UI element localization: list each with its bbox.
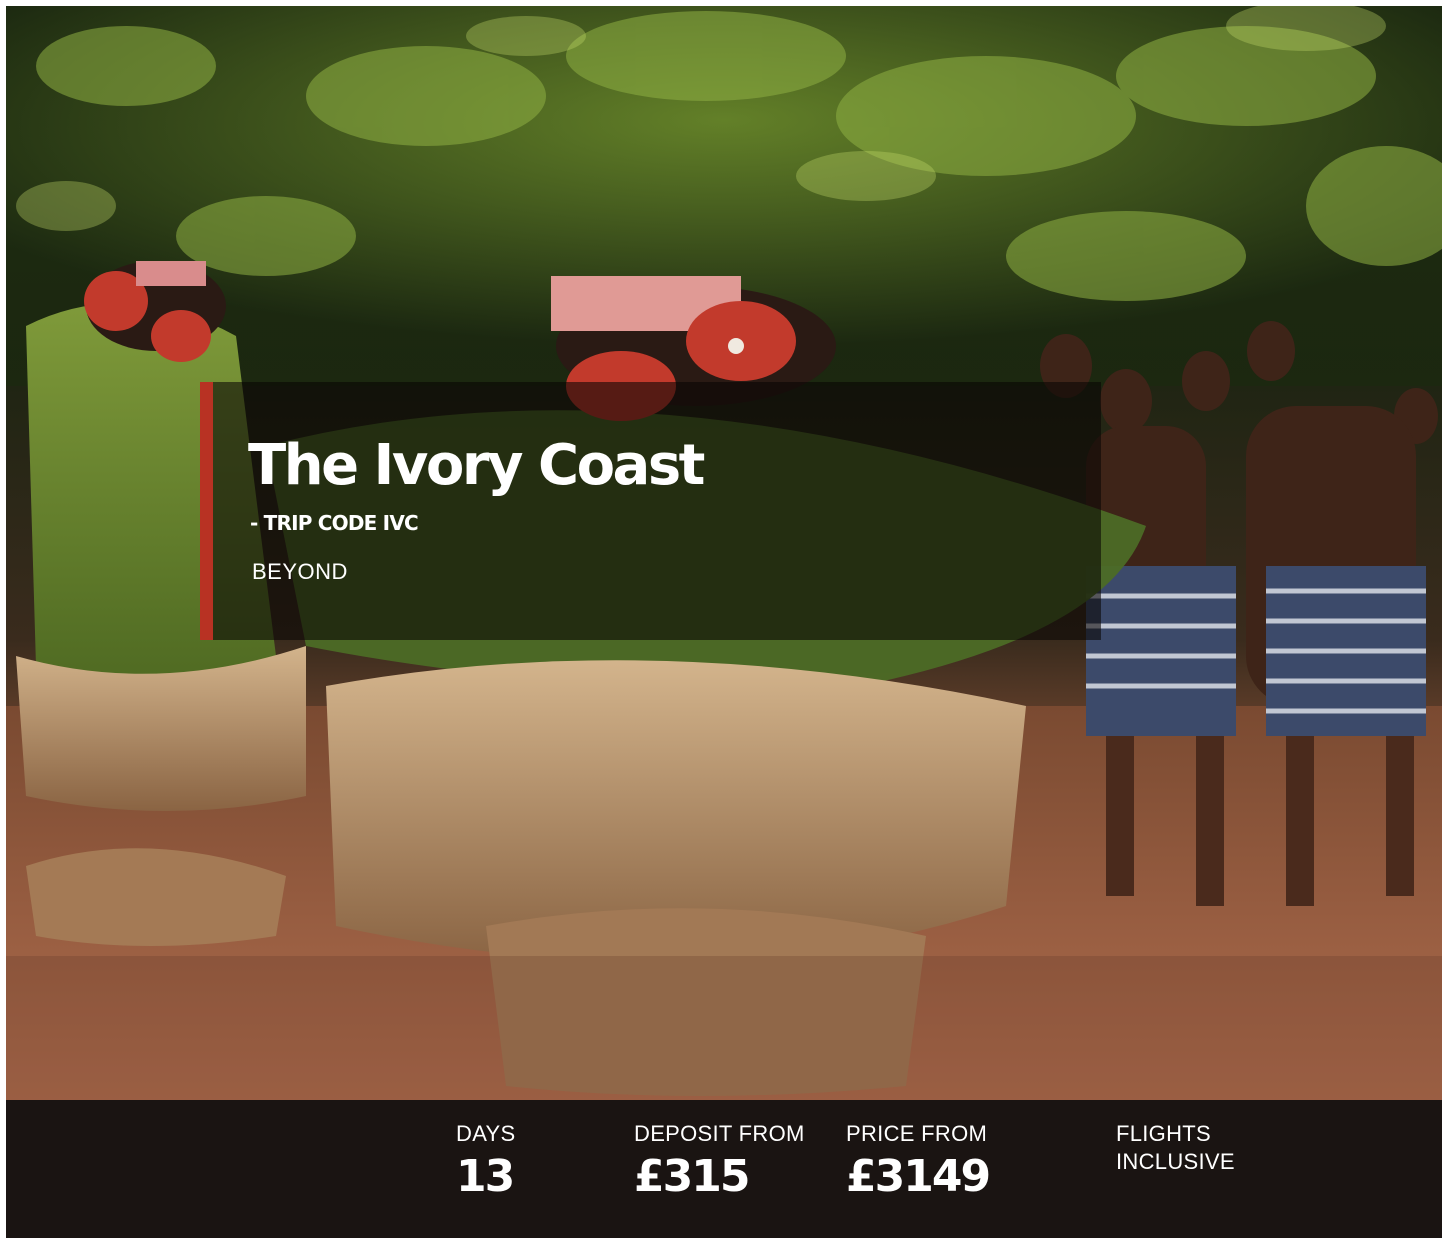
trip-title: The Ivory Coast [248, 433, 705, 498]
title-accent-bar [200, 382, 213, 640]
stat-days-label: DAYS [456, 1121, 516, 1146]
stat-flights-line1: FLIGHTS [1116, 1121, 1211, 1146]
stat-price-value: £3149 [846, 1151, 991, 1202]
trip-category: BEYOND [252, 559, 348, 584]
trip-title-panel: The Ivory Coast - TRIP CODE IVC BEYOND [200, 382, 1101, 640]
stat-deposit-value: £315 [634, 1151, 750, 1202]
stat-price-label: PRICE FROM [846, 1121, 988, 1146]
stat-deposit: DEPOSIT FROM £315 [634, 1120, 805, 1200]
hero-image: The Ivory Coast - TRIP CODE IVC BEYOND [6, 6, 1442, 1100]
stat-days: DAYS 13 [456, 1120, 515, 1200]
trip-card: The Ivory Coast - TRIP CODE IVC BEYOND D… [6, 6, 1442, 1238]
trip-stats-bar: DAYS 13 DEPOSIT FROM £315 PRICE FROM £31… [6, 1100, 1442, 1238]
stat-days-value: 13 [456, 1151, 515, 1202]
trip-code: - TRIP CODE IVC [250, 511, 419, 535]
stat-price: PRICE FROM £3149 [846, 1120, 991, 1202]
stat-flights-line2: INCLUSIVE [1116, 1149, 1235, 1174]
stat-deposit-label: DEPOSIT FROM [634, 1121, 805, 1146]
stat-flights: FLIGHTS INCLUSIVE [1116, 1120, 1235, 1176]
